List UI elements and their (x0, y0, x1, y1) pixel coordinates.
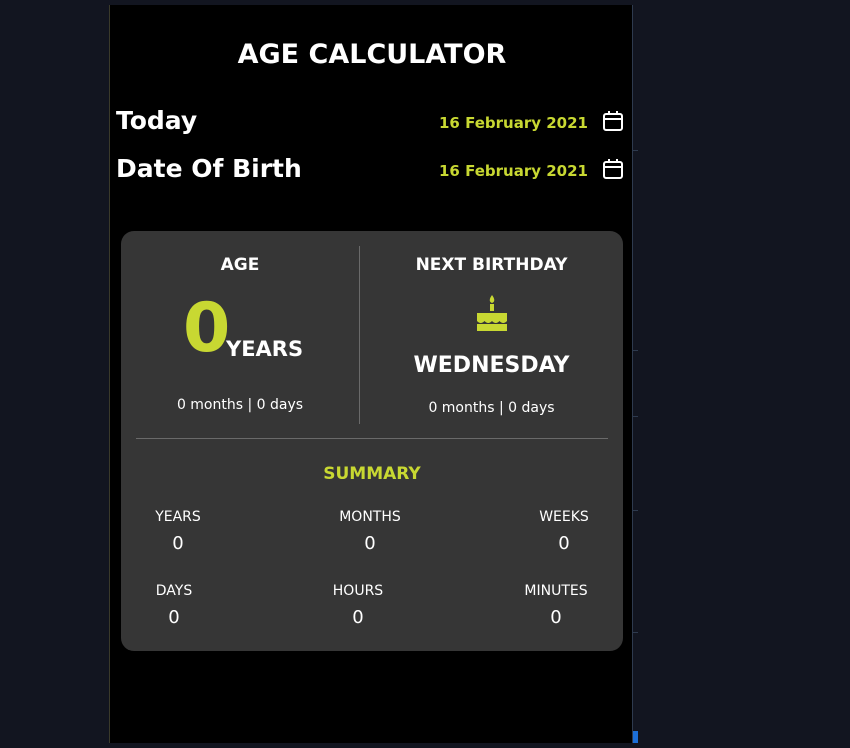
summary-days: DAYS 0 (114, 583, 234, 628)
summary-weeks: WEEKS 0 (504, 509, 624, 554)
calendar-icon[interactable] (602, 110, 624, 132)
today-date-value[interactable]: 16 February 2021 (439, 114, 588, 132)
summary-years-value: 0 (172, 533, 184, 554)
next-birthday-weekday: WEDNESDAY (413, 353, 570, 378)
results-card: AGE 0 YEARS 0 months | 0 days NEXT BIRTH… (121, 231, 623, 651)
age-years-unit: YEARS (226, 337, 304, 361)
date-of-birth-row: Date Of Birth 16 February 2021 (116, 154, 628, 188)
summary-minutes: MINUTES 0 (496, 583, 616, 628)
calendar-icon[interactable] (602, 158, 624, 180)
summary-heading: SUMMARY (323, 464, 421, 484)
summary-months-value: 0 (364, 533, 376, 554)
age-heading: AGE (220, 255, 260, 275)
summary-weeks-value: 0 (558, 533, 570, 554)
age-calculator-app: AGE CALCULATOR Today 16 February 2021 Da… (109, 5, 633, 743)
age-years-value: 0 (183, 289, 231, 368)
summary-minutes-label: MINUTES (524, 583, 588, 599)
birthday-cake-icon (477, 295, 507, 331)
summary-years-label: YEARS (155, 509, 201, 525)
date-of-birth-value[interactable]: 16 February 2021 (439, 162, 588, 180)
summary-hours: HOURS 0 (298, 583, 418, 628)
date-of-birth-label: Date Of Birth (116, 154, 302, 183)
age-detail: 0 months | 0 days (176, 397, 304, 413)
summary-years: YEARS 0 (118, 509, 238, 554)
summary-hours-value: 0 (352, 607, 364, 628)
summary-months-label: MONTHS (339, 509, 401, 525)
summary-weeks-label: WEEKS (539, 509, 589, 525)
horizontal-divider (136, 438, 608, 439)
summary-months: MONTHS 0 (310, 509, 430, 554)
summary-days-label: DAYS (155, 583, 193, 599)
summary-days-value: 0 (168, 607, 180, 628)
next-birthday-heading: NEXT BIRTHDAY (415, 255, 568, 275)
summary-minutes-value: 0 (550, 607, 562, 628)
today-label: Today (116, 106, 198, 135)
page-title: AGE CALCULATOR (237, 39, 507, 70)
next-birthday-detail: 0 months | 0 days (428, 400, 555, 416)
summary-hours-label: HOURS (332, 583, 384, 599)
today-row: Today 16 February 2021 (116, 106, 628, 140)
